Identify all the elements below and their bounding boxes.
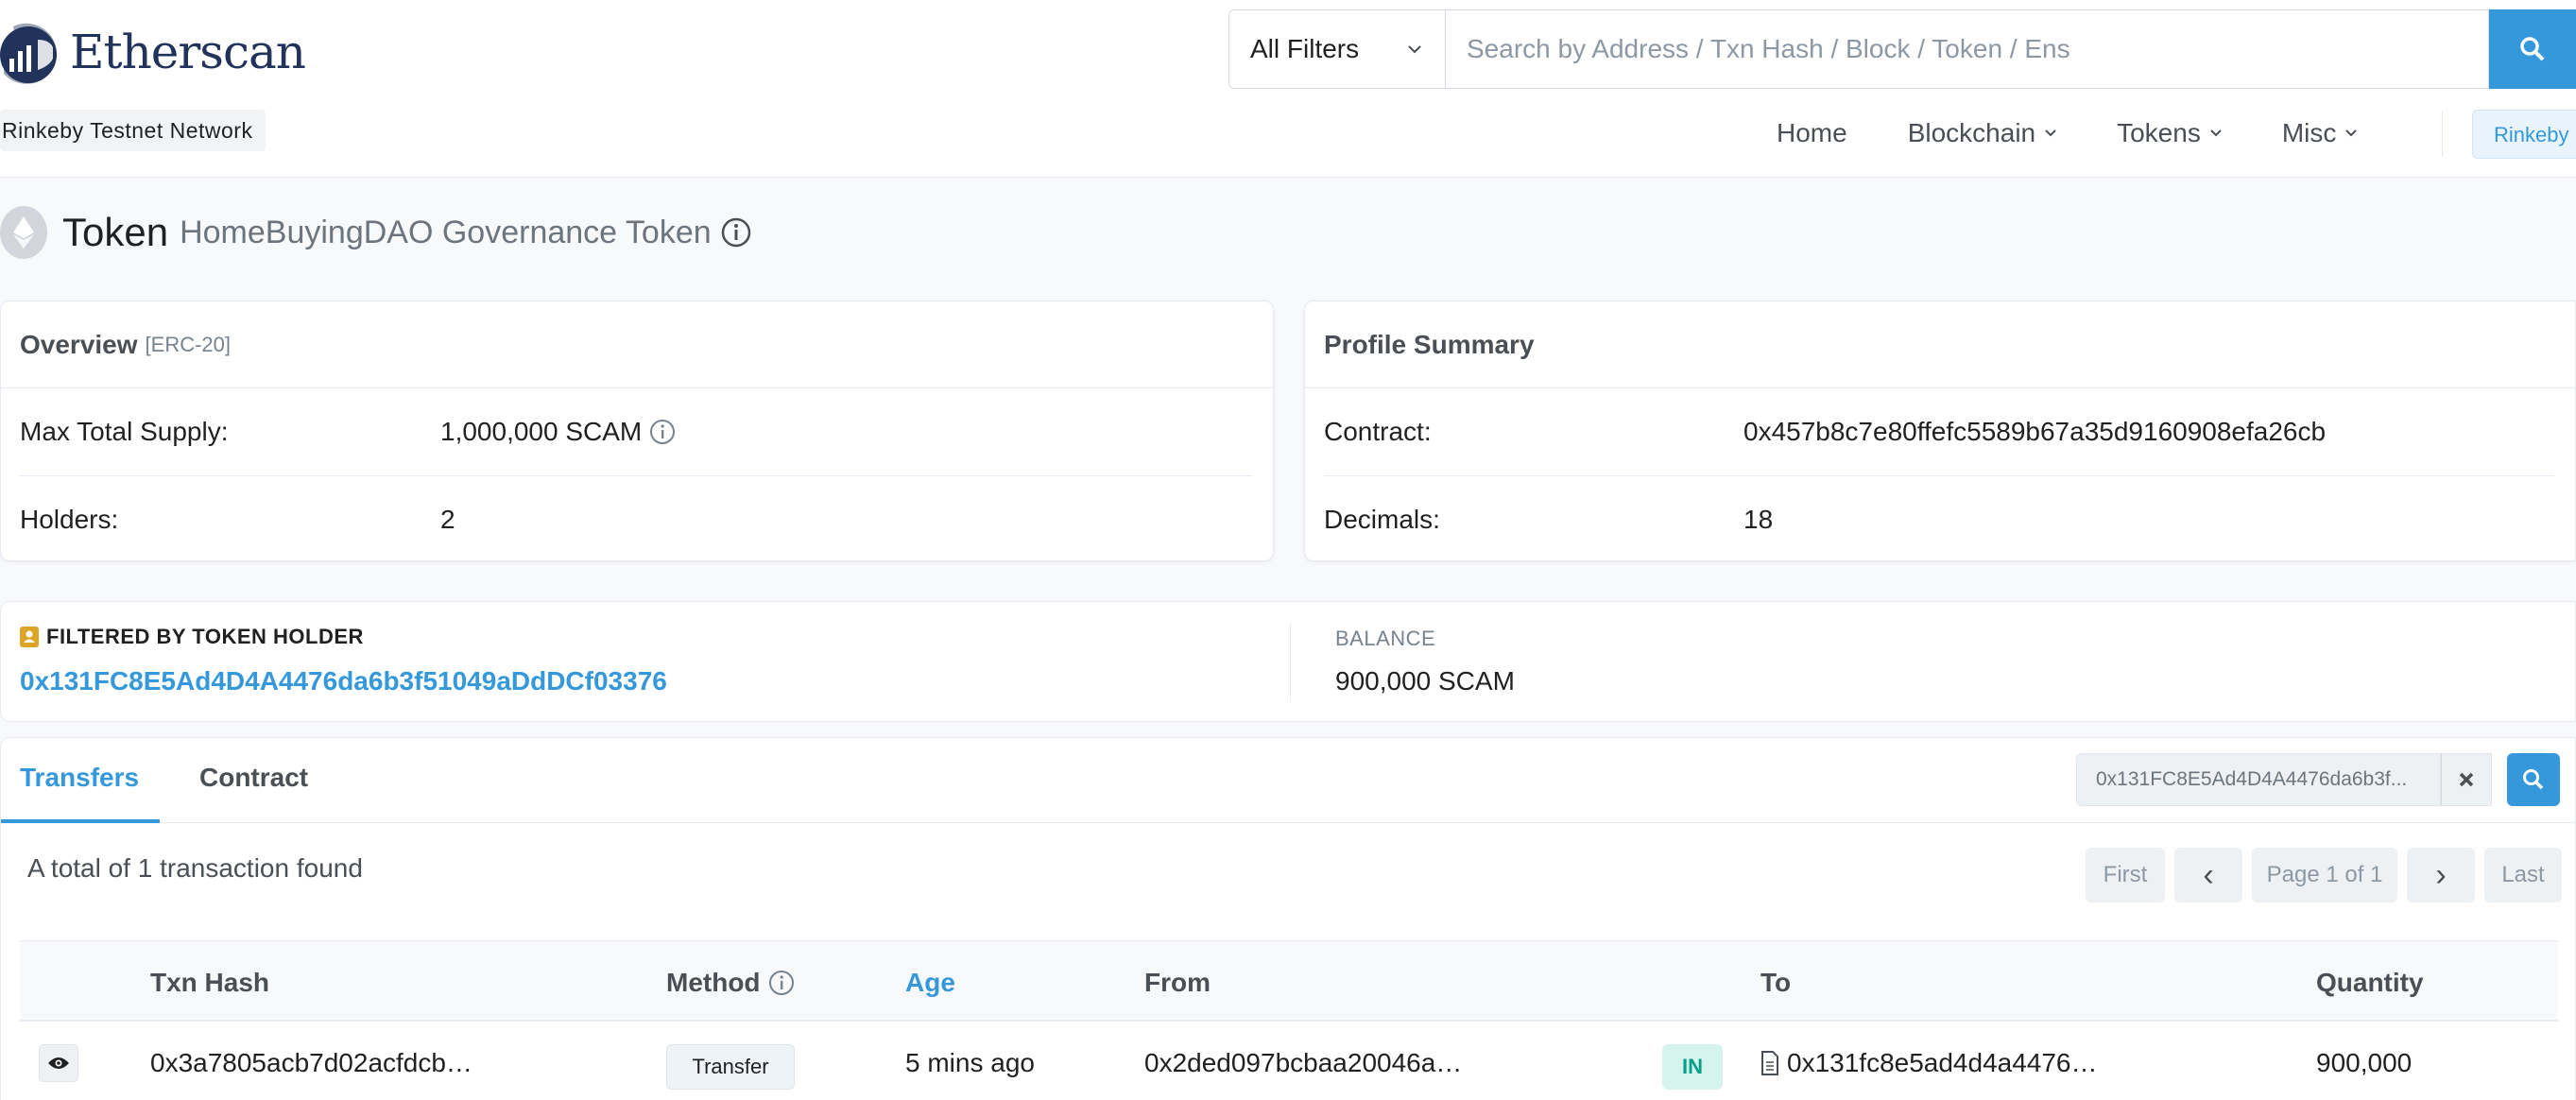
tab-transfers[interactable]: Transfers <box>1 738 161 823</box>
pager-page-indicator: Page 1 of 1 <box>2252 848 2397 902</box>
token-name: HomeBuyingDAO Governance Token <box>180 214 712 250</box>
network-badge: Rinkeby Testnet Network <box>0 110 266 151</box>
search-filter-label: All Filters <box>1250 34 1360 63</box>
nav-blockchain[interactable]: Blockchain <box>1908 118 2056 148</box>
search-icon <box>2520 37 2545 61</box>
col-quantity: Quantity <box>2316 968 2424 997</box>
transaction-count: A total of 1 transaction found <box>27 853 363 883</box>
chevron-down-icon <box>1408 45 1421 54</box>
filter-label-text: FILTERED BY TOKEN HOLDER <box>46 625 364 648</box>
txn-age: 5 mins ago <box>905 1048 1035 1077</box>
holder-filter-card: FILTERED BY TOKEN HOLDER 0x131FC8E5Ad4D4… <box>0 601 2576 722</box>
filter-label: FILTERED BY TOKEN HOLDER <box>20 625 364 649</box>
info-icon[interactable] <box>721 217 751 248</box>
max-supply-value: 1,000,000 SCAM <box>440 417 676 447</box>
overview-card-header: Overview [ERC-20] <box>1 301 1273 388</box>
max-supply-amount: 1,000,000 SCAM <box>440 417 643 446</box>
view-details-button[interactable] <box>39 1044 78 1082</box>
nav-divider <box>2442 112 2443 157</box>
profile-summary-card: Profile Summary Contract: 0x457b8c7e80ff… <box>1304 301 2576 561</box>
etherscan-logo[interactable]: Etherscan <box>0 17 306 87</box>
contract-label: Contract: <box>1324 417 1432 446</box>
token-standard-tag: [ERC-20] <box>145 332 232 356</box>
main-nav: Home Blockchain Tokens Misc <box>1777 110 2417 157</box>
ethereum-icon <box>0 206 47 259</box>
pager-next-button[interactable]: › <box>2407 848 2475 902</box>
overview-card: Overview [ERC-20] Max Total Supply: 1,00… <box>0 301 1274 561</box>
col-from: From <box>1144 968 1211 997</box>
user-badge-icon <box>20 627 39 647</box>
info-icon[interactable] <box>768 970 795 996</box>
brand-name: Etherscan <box>70 25 306 79</box>
network-switcher-button[interactable]: Rinkeby <box>2472 110 2576 159</box>
profile-summary-header: Profile Summary <box>1305 301 2575 388</box>
quantity-value: 900,000 <box>2316 1048 2413 1077</box>
filter-divider <box>1290 623 1291 702</box>
overview-heading: Overview <box>20 329 138 359</box>
eye-icon <box>48 1057 69 1069</box>
search-filter-select[interactable]: All Filters <box>1228 9 1446 89</box>
search-input[interactable] <box>1446 9 2489 89</box>
nav-misc-label: Misc <box>2281 118 2337 147</box>
txn-hash-link[interactable]: 0x3a7805acb7d02acfdcb… <box>150 1048 472 1078</box>
to-address: 0x131fc8e5ad4d4a4476… <box>1760 1048 2098 1078</box>
page-title-label: Token <box>62 210 169 254</box>
close-icon <box>2459 772 2474 787</box>
nav-tokens-label: Tokens <box>2117 118 2201 147</box>
nav-home[interactable]: Home <box>1777 118 1847 148</box>
chevron-down-icon <box>2210 129 2222 137</box>
col-to: To <box>1760 968 1792 997</box>
col-method-label: Method <box>666 968 761 997</box>
contract-address-link[interactable]: 0x457b8c7e80ffefc5589b67a35d9160908efa26… <box>1743 417 2326 447</box>
nav-tokens[interactable]: Tokens <box>2117 118 2222 148</box>
balance-value: 900,000 SCAM <box>1335 666 1515 696</box>
pager-first-button[interactable]: First <box>2086 848 2165 902</box>
decimals-value: 18 <box>1743 504 1774 534</box>
chevron-down-icon <box>2045 129 2056 137</box>
table-row: 0x3a7805acb7d02acfdcb… Transfer 5 mins a… <box>20 1023 2558 1100</box>
col-txn-hash: Txn Hash <box>150 968 270 997</box>
to-address-text: 0x131fc8e5ad4d4a4476… <box>1787 1048 2098 1077</box>
nav-misc[interactable]: Misc <box>2282 118 2358 148</box>
holders-value: 2 <box>440 504 455 534</box>
method-badge: Transfer <box>666 1044 795 1090</box>
nav-home-label: Home <box>1777 118 1847 147</box>
max-supply-label: Max Total Supply: <box>20 417 229 446</box>
holders-label: Holders: <box>20 504 119 534</box>
max-supply-row: Max Total Supply: 1,000,000 SCAM <box>20 388 1252 475</box>
holders-row: Holders: 2 <box>20 475 1252 562</box>
search-bar: All Filters <box>1228 9 2576 89</box>
holder-filter-field: 0x131FC8E5Ad4D4A4476da6b3f... <box>2076 753 2492 806</box>
chevron-down-icon <box>2345 129 2358 137</box>
col-method: Method <box>666 968 795 998</box>
holder-filter-input[interactable]: 0x131FC8E5Ad4D4A4476da6b3f... <box>2076 753 2441 806</box>
transfers-card: Transfers Contract 0x131FC8E5Ad4D4A4476d… <box>0 737 2576 1100</box>
pager-prev-button[interactable]: ‹ <box>2174 848 2242 902</box>
nav-blockchain-label: Blockchain <box>1907 118 2036 147</box>
search-button[interactable] <box>2489 9 2576 89</box>
holder-search-button[interactable] <box>2507 753 2560 806</box>
profile-summary-heading: Profile Summary <box>1324 329 1535 359</box>
site-header: Etherscan Rinkeby Testnet Network All Fi… <box>0 0 2576 178</box>
decimals-row: Decimals: 18 <box>1324 475 2554 562</box>
search-icon <box>2523 769 2544 790</box>
clear-filter-button[interactable] <box>2441 753 2492 806</box>
table-header: Txn Hash Method Age From To Quantity <box>20 940 2558 1022</box>
holder-address-link[interactable]: 0x131FC8E5Ad4D4A4476da6b3f51049aDdDCf033… <box>20 666 667 696</box>
etherscan-logo-icon <box>0 23 57 84</box>
decimals-label: Decimals: <box>1324 504 1440 534</box>
contract-row: Contract: 0x457b8c7e80ffefc5589b67a35d91… <box>1324 388 2554 475</box>
tab-contract[interactable]: Contract <box>199 738 308 823</box>
document-icon <box>1761 1051 1778 1075</box>
direction-badge: IN <box>1662 1044 1723 1090</box>
page-title: Token HomeBuyingDAO Governance Token <box>0 204 751 261</box>
pager-last-button[interactable]: Last <box>2484 848 2562 902</box>
from-address-link[interactable]: 0x2ded097bcbaa20046a… <box>1144 1048 1462 1078</box>
col-age-sort[interactable]: Age <box>905 968 955 998</box>
balance-label: BALANCE <box>1335 627 1436 650</box>
info-icon[interactable] <box>649 419 676 445</box>
